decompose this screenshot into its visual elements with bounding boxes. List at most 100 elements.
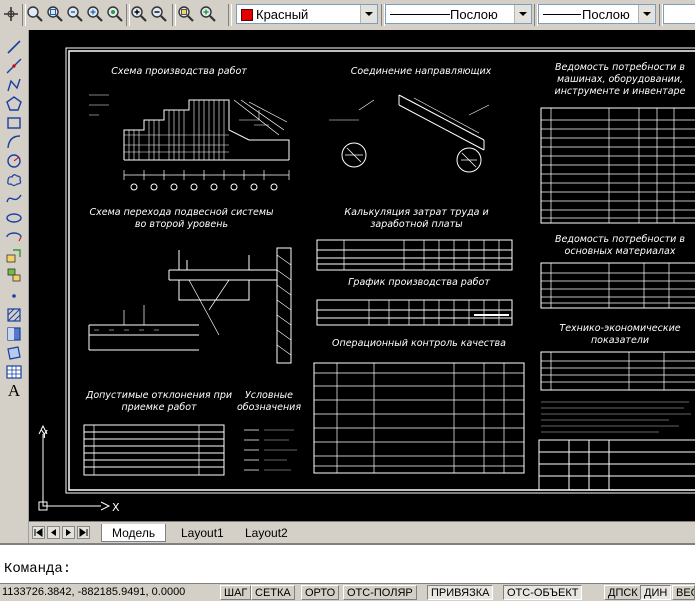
- osnap-toggle[interactable]: ПРИВЯЗКА: [427, 585, 494, 600]
- plotstyle-select[interactable]: [663, 4, 695, 24]
- linetype-select-value: Послою: [450, 7, 498, 22]
- hatch-icon[interactable]: [5, 306, 23, 324]
- suspension-drawing: [88, 247, 292, 364]
- zoom-center-icon[interactable]: [199, 5, 217, 23]
- status-bar: 1133726.3842, -882185.9491, 0.0000 ШАГ С…: [0, 583, 695, 601]
- command-prompt: Команда:: [4, 561, 72, 577]
- title-calculation: Калькуляция затрат труда и заработной пл…: [344, 207, 489, 230]
- tab-layout1[interactable]: Layout1: [171, 524, 234, 542]
- chevron-down-icon[interactable]: [360, 5, 377, 23]
- make-block-icon[interactable]: [5, 266, 23, 284]
- zoom-window-icon[interactable]: [46, 5, 64, 23]
- tab-model[interactable]: Модель: [101, 524, 167, 542]
- top-toolbar: Красный Послою Послою: [0, 0, 695, 31]
- title-tep: Технико-экономические показатели: [559, 323, 681, 346]
- color-select-value: Красный: [256, 7, 309, 22]
- ucs-y-label: Y: [40, 428, 48, 441]
- drawing-canvas[interactable]: Схема производства работ Соединение напр…: [29, 30, 695, 521]
- spline-icon[interactable]: [5, 190, 23, 208]
- otrack-toggle[interactable]: ОТС-ОБЪЕКТ: [503, 585, 583, 600]
- pan-realtime-icon[interactable]: [2, 5, 20, 23]
- dyn-toggle[interactable]: ДИН: [640, 585, 672, 600]
- drawing-sheet: Схема производства работ Соединение напр…: [38, 47, 695, 514]
- color-select[interactable]: Красный: [236, 4, 378, 24]
- lineweight-toggle[interactable]: ВЕС: [672, 585, 695, 600]
- gradient-icon[interactable]: [5, 325, 23, 343]
- title-suspension: Схема перехода подвесной системы во втор…: [89, 207, 274, 230]
- title-tolerances-wrap: Допустимые отклонения при приемке работ: [85, 390, 233, 413]
- rectangle-icon[interactable]: [5, 114, 23, 132]
- calculation-table: [316, 239, 513, 271]
- lineweight-select-value: Послою: [582, 7, 630, 22]
- text-icon[interactable]: A: [5, 382, 23, 400]
- title-statement-1: Ведомость потребности в машинах, оборудо…: [554, 62, 686, 97]
- title-statement-1-wrap: Ведомость потребности в машинах, оборудо…: [554, 62, 686, 97]
- tep-table: [540, 351, 695, 391]
- ellipse-icon[interactable]: [5, 209, 23, 227]
- title-suspension-wrap: Схема перехода подвесной системы во втор…: [89, 207, 274, 230]
- machines-table: [540, 107, 695, 224]
- arc-icon[interactable]: [5, 133, 23, 151]
- construction-line-icon[interactable]: [5, 57, 23, 75]
- ellipse-arc-icon[interactable]: [5, 228, 23, 246]
- notes-lines: [541, 401, 691, 433]
- snap-toggle[interactable]: ШАГ: [220, 585, 252, 600]
- grid-toggle[interactable]: СЕТКА: [251, 585, 295, 600]
- title-tolerances: Допустимые отклонения при приемке работ: [85, 390, 233, 413]
- revcloud-icon[interactable]: [5, 171, 23, 189]
- title-control: Операционный контроль качества: [332, 338, 506, 349]
- linetype-select[interactable]: Послою: [385, 4, 532, 24]
- title-guides: Соединение направляющих: [351, 66, 492, 77]
- prev-tab-icon[interactable]: [47, 526, 60, 539]
- lineweight-select[interactable]: Послою: [538, 4, 656, 24]
- zoom-scale-icon[interactable]: [177, 5, 195, 23]
- next-tab-icon[interactable]: [62, 526, 75, 539]
- color-swatch: [241, 9, 253, 21]
- linetype-preview: [390, 14, 450, 15]
- title-tep-wrap: Технико-экономические показатели: [559, 323, 681, 346]
- tab-layout2[interactable]: Layout2: [235, 524, 298, 542]
- guides-drawing: [329, 94, 490, 173]
- title-legend-wrap: Условные обозначения: [236, 390, 302, 413]
- table-icon[interactable]: [5, 363, 23, 381]
- polar-toggle[interactable]: ОТС-ПОЛЯР: [343, 585, 417, 600]
- quality-control-table: [313, 362, 525, 474]
- last-tab-icon[interactable]: [77, 526, 90, 539]
- legend-block: [244, 429, 297, 471]
- zoom-out-icon[interactable]: [150, 5, 168, 23]
- title-legend: Условные обозначения: [236, 390, 302, 413]
- zoom-realtime-icon[interactable]: [26, 5, 44, 23]
- polyline-icon[interactable]: [5, 76, 23, 94]
- title-materials: Ведомость потребности в основных материа…: [555, 234, 685, 257]
- tolerances-table: [83, 424, 225, 476]
- insert-block-icon[interactable]: [5, 247, 23, 265]
- materials-table: [540, 262, 695, 309]
- zoom-previous-icon[interactable]: [66, 5, 84, 23]
- title-materials-wrap: Ведомость потребности в основных материа…: [555, 234, 685, 257]
- coordinates-readout: 1133726.3842, -882185.9491, 0.0000: [2, 586, 186, 598]
- chevron-down-icon[interactable]: [638, 5, 655, 23]
- title-calculation-wrap: Калькуляция затрат труда и заработной пл…: [344, 207, 489, 230]
- zoom-extents-icon[interactable]: [86, 5, 104, 23]
- zoom-all-icon[interactable]: [106, 5, 124, 23]
- first-tab-icon[interactable]: [32, 526, 45, 539]
- region-icon[interactable]: [5, 344, 23, 362]
- schema-works-drawing: [89, 94, 290, 191]
- zoom-in-icon[interactable]: [130, 5, 148, 23]
- line-icon[interactable]: [5, 38, 23, 56]
- draw-toolbar: A: [0, 30, 29, 555]
- point-icon[interactable]: [5, 287, 23, 305]
- circle-icon[interactable]: [5, 152, 23, 170]
- lineweight-preview: [543, 14, 581, 15]
- graph-table: [316, 299, 513, 326]
- ortho-toggle[interactable]: ОРТО: [301, 585, 340, 600]
- command-line[interactable]: Команда:: [0, 543, 695, 585]
- chevron-down-icon[interactable]: [514, 5, 531, 23]
- layout-tabs-bar: Модель Layout1 Layout2: [29, 521, 695, 544]
- title-schema-works: Схема производства работ: [111, 66, 247, 77]
- title-block: [538, 439, 695, 491]
- ucs-x-label: X: [112, 501, 120, 514]
- title-graph: График производства работ: [348, 277, 490, 288]
- ducs-toggle[interactable]: ДПСК: [604, 585, 642, 600]
- polygon-icon[interactable]: [5, 95, 23, 113]
